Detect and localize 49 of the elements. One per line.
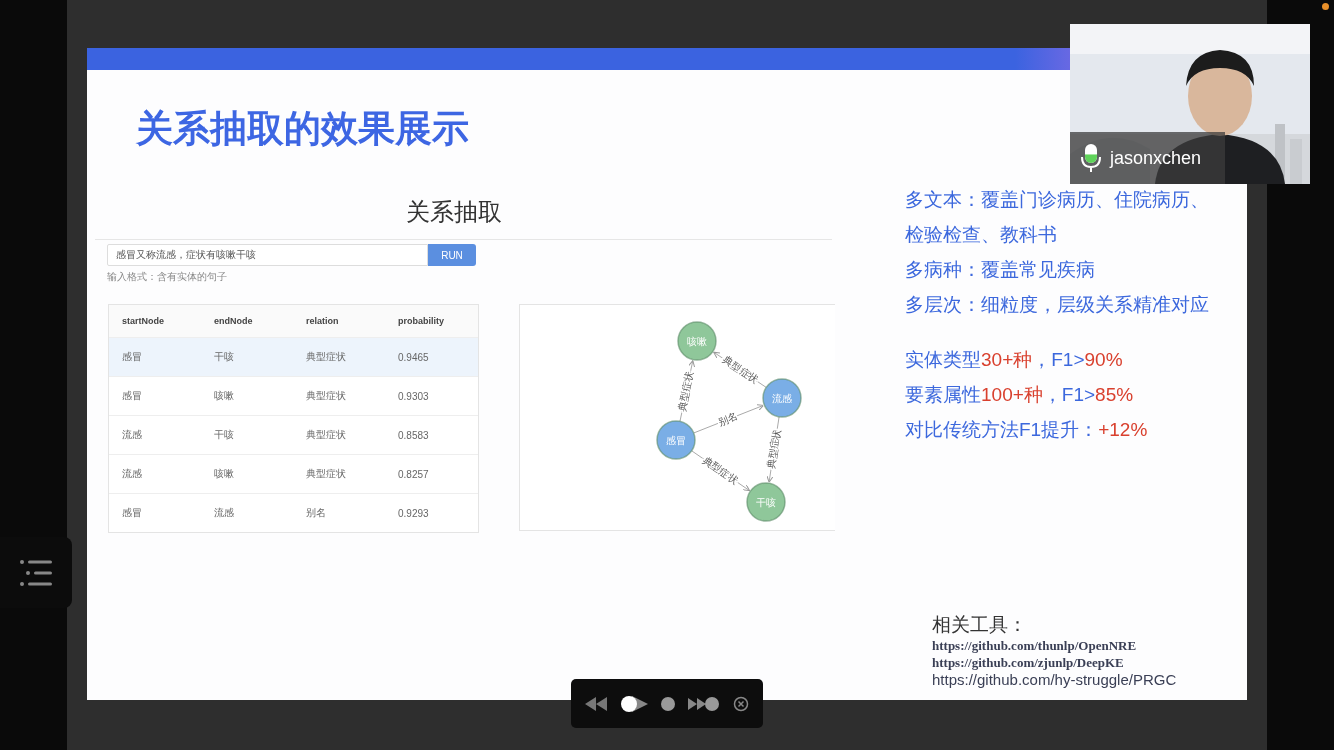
close-icon[interactable] <box>732 695 749 712</box>
tools-label: 相关工具： <box>932 613 1028 637</box>
microphone-icon <box>1080 143 1102 173</box>
bullet-text: 多文本：覆盖门诊病历、住院病历、 <box>905 188 1210 212</box>
table-cell-text: 流感 <box>121 428 143 442</box>
repo-link[interactable]: https://github.com/hy-struggle/PRGC <box>932 671 1247 688</box>
table-cell-text: 典型症状 <box>305 389 347 403</box>
table-cell-text: 感冒 <box>121 389 143 403</box>
table-cell-text: 0.8583 <box>397 429 430 441</box>
table-cell-text: 咳嗽 <box>213 467 235 481</box>
table-cell-text: 0.8257 <box>397 468 430 480</box>
table-row[interactable]: 感冒 干咳 典型症状 0.9465 <box>109 337 478 376</box>
table-cell-text: 咳嗽 <box>213 389 235 403</box>
input-hint: 输入格式：含有实体的句子 <box>107 270 228 284</box>
demo-heading: 关系抽取 <box>405 197 502 227</box>
bullet-text: 实体类型30+种，F1>90% <box>905 348 1124 372</box>
column-header: endNode <box>213 316 254 326</box>
repo-link[interactable]: https://github.com/thunlp/OpenNRE <box>932 637 1247 654</box>
column-header: startNode <box>121 316 165 326</box>
rewind-icon[interactable] <box>585 696 608 711</box>
table-cell-text: 感冒 <box>121 506 143 520</box>
table-cell-text: 别名 <box>305 506 327 520</box>
bullet-text: 多层次：细粒度，层级关系精准对应 <box>905 293 1210 317</box>
table-cell-text: 典型症状 <box>305 350 347 364</box>
repo-link[interactable]: https://github.com/zjunlp/DeepKE <box>932 654 1247 671</box>
table-cell-text: 干咳 <box>213 428 235 442</box>
table-cell-text: 0.9303 <box>397 390 430 402</box>
participant-name: jasonxchen <box>1110 147 1202 169</box>
table-cell-text: 典型症状 <box>305 428 347 442</box>
play-icon[interactable] <box>619 694 648 713</box>
column-header: probability <box>397 316 445 326</box>
table-cell-text: 0.9465 <box>397 351 430 363</box>
slide-title: 关系抽取的效果展示 <box>136 107 470 151</box>
bullet-text: 检验检查、教科书 <box>905 223 1058 247</box>
bullet-text: 要素属性100+种，F1>85% <box>905 383 1135 407</box>
table-cell-text: 流感 <box>213 506 235 520</box>
table-cell-text: 感冒 <box>121 350 143 364</box>
status-dot <box>1322 3 1329 10</box>
table-cell-text: 典型症状 <box>305 467 347 481</box>
column-header: relation <box>305 316 340 326</box>
bullet-text: 多病种：覆盖常见疾病 <box>905 258 1096 282</box>
sentence-input[interactable]: 感冒又称流感，症状有咳嗽干咳 <box>107 244 428 266</box>
table-cell-text: 干咳 <box>213 350 235 364</box>
table-cell-text: 流感 <box>121 467 143 481</box>
menu-icon <box>19 558 53 587</box>
table-cell-text: 0.9293 <box>397 507 430 519</box>
fast-forward-icon[interactable] <box>688 695 721 712</box>
bullet-text: 对比传统方法F1提升：+12% <box>905 418 1149 442</box>
dot-icon[interactable] <box>659 695 676 712</box>
